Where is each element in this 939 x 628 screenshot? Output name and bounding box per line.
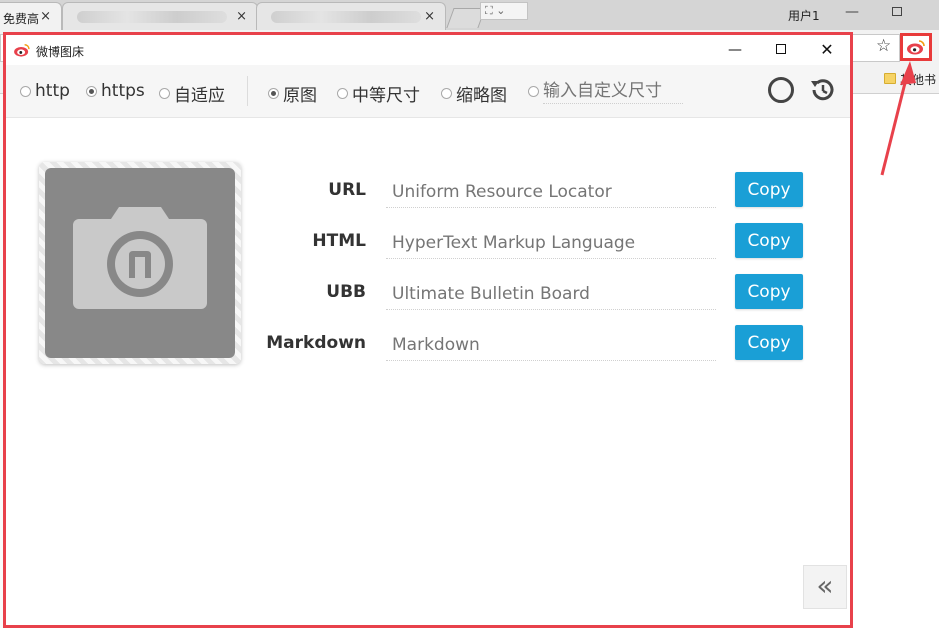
browser-user-label[interactable]: 用户1 [788, 7, 820, 24]
browser-tab-strip: 免费高 × × × ⛶ ⌄ 用户1 — [0, 0, 939, 30]
row-label: UBB [326, 282, 366, 302]
radio-indicator [86, 85, 97, 97]
radio-label: 原图 [283, 86, 317, 106]
copy-markdown-button[interactable]: Copy [735, 325, 803, 360]
browser-restore-icon[interactable] [892, 7, 902, 16]
radio-http[interactable]: http [20, 81, 70, 101]
annotation-arrow [880, 61, 916, 176]
row-label: URL [328, 180, 366, 200]
copy-url-button[interactable]: Copy [735, 172, 803, 207]
radio-thumbnail[interactable]: 缩略图 [441, 81, 507, 106]
tab-close-icon[interactable]: × [424, 9, 435, 24]
camera-icon [73, 207, 207, 309]
weibo-logo-icon [907, 40, 925, 55]
browser-tab[interactable]: 免费高 × [0, 2, 62, 30]
ubb-field[interactable] [386, 278, 716, 310]
markdown-field[interactable] [386, 329, 716, 361]
options-toolbar: http https 自适应 原图 中等尺寸 缩略图 [6, 65, 850, 118]
browser-tab[interactable]: × [256, 2, 446, 30]
radio-custom-size[interactable] [528, 86, 539, 97]
row-label: HTML [312, 231, 366, 251]
maximize-icon [776, 43, 786, 54]
radio-indicator [337, 88, 348, 99]
radio-indicator [20, 85, 31, 97]
radio-indicator [441, 88, 452, 99]
tab-overlay-icon: ⛶ ⌄ [480, 2, 528, 20]
radio-indicator [268, 88, 279, 99]
radio-https[interactable]: https [86, 81, 145, 101]
upload-placeholder [45, 168, 235, 358]
blurred-tab-title [271, 11, 421, 23]
collapse-button[interactable]: « [803, 565, 847, 609]
history-icon[interactable] [808, 76, 836, 104]
radio-medium-size[interactable]: 中等尺寸 [337, 81, 420, 106]
image-upload-area[interactable] [39, 162, 241, 364]
popup-title: 微博图床 [36, 45, 85, 59]
weibo-image-host-popup: 微博图床 — ✕ http https 自适应 原图 中等尺寸 缩略图 输入自定… [3, 32, 853, 628]
minimize-button[interactable]: — [712, 35, 758, 65]
radio-label: 缩略图 [456, 86, 507, 106]
radio-label: 中等尺寸 [352, 86, 420, 106]
tab-title: 免费高 [3, 12, 40, 26]
radio-indicator [159, 88, 170, 99]
browser-tab[interactable]: × [62, 2, 258, 30]
browser-minimize-icon[interactable]: — [845, 4, 859, 20]
toolbar-divider [247, 76, 248, 106]
radio-adaptive[interactable]: 自适应 [159, 81, 225, 106]
custom-size-input[interactable] [543, 81, 683, 104]
link-row-markdown: Markdown Copy [266, 323, 826, 363]
popup-titlebar: 微博图床 — ✕ [6, 35, 850, 65]
copy-ubb-button[interactable]: Copy [735, 274, 803, 309]
link-row-url: URL Copy [266, 170, 826, 210]
circle-icon[interactable] [768, 77, 794, 103]
link-row-ubb: UBB Copy [266, 272, 826, 312]
blurred-tab-title [77, 11, 227, 23]
tab-close-icon[interactable]: × [40, 9, 51, 24]
row-label: Markdown [266, 333, 366, 353]
weibo-logo-icon [14, 44, 30, 57]
radio-original-size[interactable]: 原图 [268, 81, 317, 106]
tab-close-icon[interactable]: × [236, 9, 247, 24]
maximize-button[interactable] [758, 35, 804, 65]
copy-html-button[interactable]: Copy [735, 223, 803, 258]
url-field[interactable] [386, 176, 716, 208]
main-content: URL Copy HTML Copy UBB Copy Markdown Cop… [6, 119, 850, 625]
close-button[interactable]: ✕ [804, 35, 850, 65]
star-icon[interactable]: ☆ [876, 36, 891, 56]
html-field[interactable] [386, 227, 716, 259]
radio-label: 自适应 [174, 86, 225, 106]
radio-label: http [35, 81, 70, 101]
radio-label: https [101, 81, 145, 101]
link-row-html: HTML Copy [266, 221, 826, 261]
